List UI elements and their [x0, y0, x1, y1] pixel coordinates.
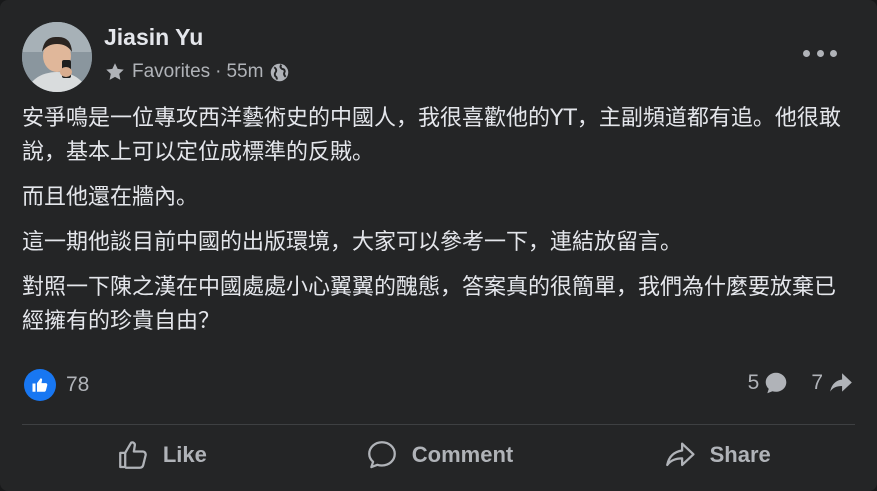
post-card: Jiasin Yu Favorites · 55m 安爭鳴是一位專攻西洋藝術史的… [0, 0, 877, 491]
post-paragraph: 這一期他談目前中國的出版環境，大家可以參考一下，連結放留言。 [22, 230, 683, 255]
like-button[interactable]: Like [22, 428, 300, 482]
engagement-summary: 5 7 [748, 370, 855, 396]
more-dot-icon [830, 49, 837, 57]
like-reaction-icon [24, 369, 56, 401]
post-paragraph: 對照一下陳之漢在中國處處小心翼翼的醜態，答案真的很簡單，我們為什麼要放棄已經擁有… [22, 275, 837, 334]
favorites-star-icon [106, 63, 124, 80]
share-outline-icon [665, 442, 695, 467]
like-outline-icon [118, 441, 147, 469]
actions-divider [22, 424, 855, 425]
author-avatar[interactable] [22, 22, 92, 92]
post-content: 安爭鳴是一位專攻西洋藝術史的中國人，我很喜歡他的YT，主副頻道都有追。他很敢說，… [22, 102, 852, 350]
reactions-summary[interactable]: 78 [24, 369, 89, 401]
comments-summary[interactable]: 5 [748, 370, 790, 396]
comments-count: 5 [747, 371, 760, 394]
more-dot-icon [816, 49, 824, 57]
comment-button[interactable]: Comment [300, 428, 578, 482]
comment-label: Comment [411, 442, 514, 467]
shares-count: 7 [811, 371, 823, 394]
reactions-count: 78 [66, 373, 90, 396]
share-arrow-icon [830, 373, 852, 392]
thumbs-up-icon [32, 378, 48, 392]
like-label: Like [162, 442, 207, 467]
avatar-photo [22, 22, 92, 92]
share-button[interactable]: Share [577, 428, 855, 482]
public-globe-icon [271, 63, 289, 81]
more-dot-icon [803, 49, 810, 57]
comment-outline-icon [367, 441, 396, 469]
author-name[interactable]: Jiasin Yu [104, 24, 203, 51]
share-label: Share [709, 442, 771, 467]
post-paragraph: 安爭鳴是一位專攻西洋藝術史的中國人，我很喜歡他的YT，主副頻道都有追。他很敢說，… [22, 106, 841, 165]
more-options-button[interactable] [803, 42, 837, 64]
post-actions-bar: Like Comment Share [22, 428, 855, 482]
audience-label[interactable]: Favorites [132, 61, 210, 83]
post-paragraph: 而且他還在牆內。 [22, 185, 199, 210]
comment-bubble-icon [766, 372, 787, 394]
post-meta: Favorites · 55m [104, 61, 290, 83]
post-timestamp[interactable]: 55m [226, 61, 263, 83]
meta-separator: · [215, 61, 222, 82]
shares-summary[interactable]: 7 [811, 370, 855, 396]
